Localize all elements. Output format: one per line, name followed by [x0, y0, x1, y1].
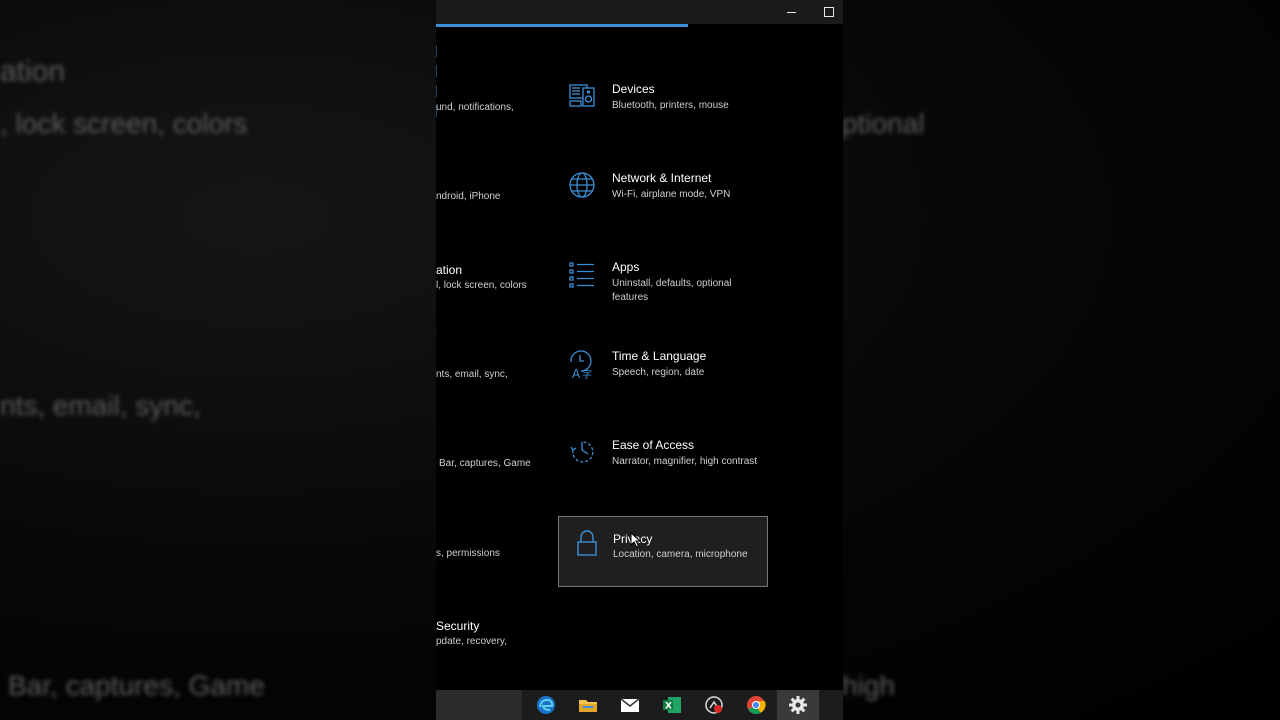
mouse-cursor-icon: [630, 532, 642, 548]
taskbar-file-explorer-button[interactable]: [567, 690, 609, 720]
svg-text:X: X: [665, 702, 672, 712]
taskbar-settings-button[interactable]: [777, 690, 819, 720]
item-title: Network & Internet: [612, 171, 712, 185]
item-title: Devices: [612, 82, 655, 96]
settings-item-time-language[interactable]: A 字 Time & Language Speech, region, date: [558, 349, 768, 419]
media-app-icon: [705, 696, 723, 714]
left-item-desc: pdate, recovery,: [436, 636, 507, 647]
settings-item-privacy[interactable]: Privacy Location, camera, microphone: [558, 516, 768, 587]
taskbar-media-app-button[interactable]: [693, 690, 735, 720]
taskbar: X: [436, 690, 843, 720]
left-settings-item[interactable]: ation l, lock screen, colors: [436, 263, 556, 293]
excel-icon: X: [663, 697, 681, 713]
background-text: , lock screen, colors: [0, 108, 248, 139]
settings-item-network[interactable]: Network & Internet Wi-Fi, airplane mode,…: [558, 171, 768, 241]
background-text: ation: [0, 55, 66, 88]
item-desc: Location, camera, microphone: [613, 549, 748, 560]
taskbar-mail-button[interactable]: [609, 690, 651, 720]
minimize-button[interactable]: [773, 0, 809, 24]
edge-icon: [537, 696, 555, 714]
left-settings-item[interactable]: und, notifications,: [436, 101, 556, 115]
svg-text:A: A: [572, 367, 581, 379]
settings-item-ease-of-access[interactable]: Ease of Access Narrator, magnifier, high…: [558, 438, 768, 508]
lock-icon: [577, 530, 597, 556]
background-text: ptional: [842, 108, 925, 139]
background-text: nts, email, sync,: [0, 390, 201, 421]
chrome-icon: [747, 696, 766, 715]
settings-window: und, notifications, ndroid, iPhone ation…: [436, 0, 843, 690]
maximize-icon: [824, 7, 834, 17]
left-settings-item[interactable]: Bar, captures, Game: [439, 457, 559, 471]
taskbar-excel-button[interactable]: X: [651, 690, 693, 720]
left-settings-item[interactable]: ndroid, iPhone: [436, 190, 556, 204]
taskbar-search-box[interactable]: [436, 690, 522, 720]
minimize-icon: [786, 11, 796, 13]
svg-text:字: 字: [582, 368, 592, 379]
title-bar[interactable]: [436, 0, 843, 24]
left-item-desc: und, notifications,: [436, 102, 514, 113]
settings-gear-icon: [789, 696, 807, 714]
left-item-desc: Bar, captures, Game: [439, 458, 531, 469]
globe-icon: [569, 172, 595, 198]
mail-icon: [620, 698, 640, 712]
left-settings-item-update-security[interactable]: Security pdate, recovery,: [436, 619, 556, 649]
item-title: Time & Language: [612, 349, 707, 363]
background-text: Bar, captures, Game: [8, 670, 265, 701]
taskbar-edge-button[interactable]: [525, 690, 567, 720]
maximize-button[interactable]: [811, 0, 843, 24]
time-language-icon: A 字: [570, 350, 592, 379]
item-title: Ease of Access: [612, 438, 695, 452]
left-item-desc: nts, email, sync,: [436, 369, 508, 380]
left-item-desc: l, lock screen, colors: [436, 280, 527, 291]
left-item-title: ation: [436, 263, 463, 277]
item-desc: Narrator, magnifier, high contrast: [612, 456, 758, 467]
left-settings-item[interactable]: s, permissions: [436, 547, 556, 561]
item-desc: Speech, region, date: [612, 367, 705, 378]
settings-item-devices[interactable]: Devices Bluetooth, printers, mouse: [558, 82, 768, 152]
taskbar-chrome-button[interactable]: [735, 690, 777, 720]
loading-progress-fill: [436, 24, 689, 27]
left-item-title: Security: [436, 619, 480, 633]
item-desc: Wi-Fi, airplane mode, VPN: [612, 189, 731, 200]
settings-item-apps[interactable]: Apps Uninstall, defaults, optional featu…: [558, 260, 768, 330]
left-item-desc: s, permissions: [436, 548, 500, 559]
devices-icon: [569, 84, 595, 107]
background-text: high: [842, 670, 895, 701]
ease-of-access-icon: [570, 441, 594, 463]
apps-list-icon: [569, 262, 594, 288]
item-desc: Bluetooth, printers, mouse: [612, 100, 729, 111]
file-explorer-icon: [579, 700, 597, 712]
left-item-desc: ndroid, iPhone: [436, 191, 501, 202]
item-title: Apps: [612, 260, 640, 274]
loading-progress-bar: [436, 24, 843, 27]
item-desc: Uninstall, defaults, optional features: [612, 278, 732, 303]
sync-icon-fragment: [436, 329, 438, 332]
left-settings-item[interactable]: nts, email, sync,: [436, 368, 556, 382]
